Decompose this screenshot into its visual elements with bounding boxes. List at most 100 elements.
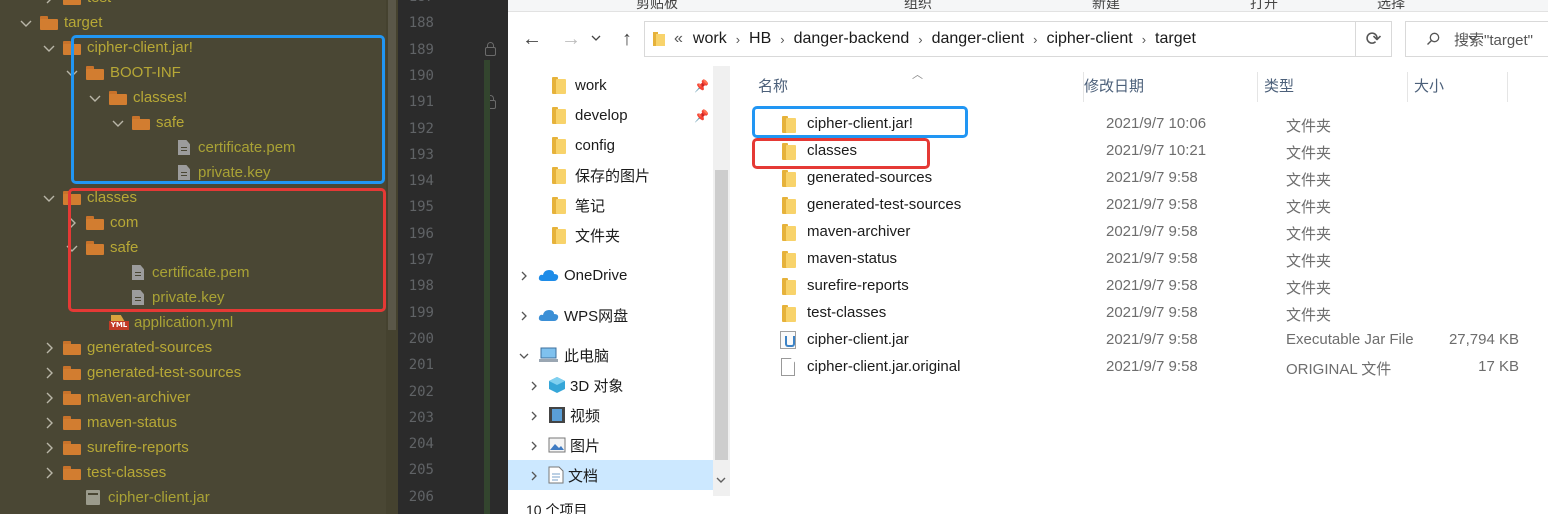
chevron-right-icon[interactable]	[41, 440, 57, 456]
chevron-right-icon[interactable]	[518, 270, 530, 282]
breadcrumb-item[interactable]: target	[1155, 30, 1196, 48]
nav-expander[interactable]	[528, 439, 540, 451]
tree-item[interactable]: test-classes	[0, 460, 386, 485]
recent-locations-dropdown[interactable]	[590, 26, 602, 41]
tree-expander[interactable]	[41, 40, 57, 56]
nav-item[interactable]: 保存的图片	[508, 160, 713, 190]
file-row[interactable]: maven-archiver 2021/9/7 9:58 文件夹	[752, 219, 1512, 246]
tree-item[interactable]: test	[0, 0, 386, 10]
refresh-button[interactable]: ⟳	[1356, 21, 1392, 57]
nav-item[interactable]: WPS网盘	[508, 300, 713, 330]
chevron-down-icon[interactable]	[41, 190, 57, 206]
breadcrumb-separator-icon[interactable]: ›	[780, 32, 784, 47]
ribbon-new[interactable]: 新建	[1092, 0, 1120, 11]
chevron-right-icon[interactable]	[528, 470, 540, 482]
breadcrumb-item[interactable]: danger-backend	[794, 30, 910, 48]
breadcrumb-item[interactable]: work	[693, 30, 727, 48]
file-row[interactable]: cipher-client.jar 2021/9/7 9:58 Executable…	[752, 327, 1519, 354]
breadcrumb-separator-icon[interactable]: ›	[736, 32, 740, 47]
ribbon-open[interactable]: 打开	[1250, 0, 1278, 11]
breadcrumb-separator-icon[interactable]: ›	[1033, 32, 1037, 47]
chevron-right-icon[interactable]	[518, 310, 530, 322]
nav-expander[interactable]	[528, 379, 540, 391]
nav-expander[interactable]	[518, 349, 530, 361]
address-prefix[interactable]: «	[674, 30, 683, 48]
file-row[interactable]: generated-test-sources 2021/9/7 9:58 文件夹	[752, 192, 1512, 219]
nav-item[interactable]: 此电脑	[508, 340, 713, 370]
project-tree-scroll-thumb[interactable]	[388, 0, 396, 330]
tree-item[interactable]: YML application.yml	[0, 310, 386, 335]
tree-expander[interactable]	[41, 365, 57, 381]
chevron-right-icon[interactable]	[41, 415, 57, 431]
ribbon-organize[interactable]: 组织	[904, 0, 932, 11]
tree-expander[interactable]	[41, 415, 57, 431]
tree-expander[interactable]	[41, 440, 57, 456]
address-bar[interactable]: « work › HB › danger-backend › danger-client › c…	[644, 21, 1478, 57]
column-header-type[interactable]: 类型	[1258, 72, 1408, 102]
forward-button[interactable]: →	[560, 29, 582, 49]
pin-icon[interactable]: 📌	[694, 79, 709, 93]
back-button[interactable]: ←	[521, 29, 543, 49]
nav-item[interactable]: 视频	[508, 400, 713, 430]
tree-item[interactable]: maven-status	[0, 410, 386, 435]
tree-item[interactable]: generated-test-sources	[0, 360, 386, 385]
up-button[interactable]: ↑	[616, 29, 638, 49]
chevron-down-icon[interactable]	[18, 15, 34, 31]
breadcrumb-separator-icon[interactable]: ›	[1142, 32, 1146, 47]
nav-expander[interactable]	[528, 409, 540, 421]
nav-item[interactable]: 文档	[508, 460, 713, 490]
tree-item[interactable]: generated-sources	[0, 335, 386, 360]
nav-item[interactable]: config	[508, 130, 713, 160]
file-row[interactable]: maven-status 2021/9/7 9:58 文件夹	[752, 246, 1512, 273]
file-row[interactable]: cipher-client.jar.original 2021/9/7 9:58 O…	[752, 354, 1519, 381]
search-box[interactable]: 搜索"target"	[1405, 21, 1548, 57]
chevron-right-icon[interactable]	[528, 380, 540, 392]
nav-expander[interactable]	[528, 469, 540, 481]
nav-expander[interactable]	[518, 269, 530, 281]
chevron-down-icon[interactable]	[41, 40, 57, 56]
nav-item[interactable]: OneDrive	[508, 260, 713, 290]
file-date: 2021/9/7 9:58	[1106, 304, 1198, 321]
chevron-right-icon[interactable]	[41, 465, 57, 481]
file-row[interactable]: generated-sources 2021/9/7 9:58 文件夹	[752, 165, 1512, 192]
navigation-scroll-thumb[interactable]	[715, 170, 728, 460]
scroll-down-arrow-icon[interactable]	[715, 474, 727, 486]
tree-expander[interactable]	[41, 465, 57, 481]
tree-item[interactable]: maven-archiver	[0, 385, 386, 410]
tree-item[interactable]: surefire-reports	[0, 435, 386, 460]
chevron-right-icon[interactable]	[528, 440, 540, 452]
column-header-size[interactable]: 大小	[1408, 72, 1508, 102]
fold-marker-icon[interactable]	[485, 42, 496, 56]
chevron-right-icon[interactable]	[528, 410, 540, 422]
nav-item[interactable]: develop 📌	[508, 100, 713, 130]
column-header-date[interactable]: 修改日期	[1078, 72, 1258, 102]
chevron-right-icon[interactable]	[41, 0, 57, 6]
file-row[interactable]: test-classes 2021/9/7 9:58 文件夹	[752, 300, 1512, 327]
nav-item[interactable]: 文件夹	[508, 220, 713, 250]
chevron-right-icon[interactable]	[41, 340, 57, 356]
pin-icon[interactable]: 📌	[694, 109, 709, 123]
column-header-name[interactable]: 名称	[752, 72, 1084, 102]
tree-item[interactable]: target	[0, 10, 386, 35]
tree-expander[interactable]	[18, 15, 34, 31]
tree-expander[interactable]	[41, 0, 57, 6]
nav-item[interactable]: work 📌	[508, 70, 713, 100]
nav-item[interactable]: 3D 对象	[508, 370, 713, 400]
tree-expander[interactable]	[41, 390, 57, 406]
tree-expander[interactable]	[41, 190, 57, 206]
tree-item[interactable]: cipher-client.jar	[0, 485, 386, 510]
ribbon-clipboard[interactable]: 剪贴板	[636, 0, 678, 11]
chevron-down-icon[interactable]	[518, 350, 530, 362]
nav-expander[interactable]	[518, 309, 530, 321]
tree-expander[interactable]	[41, 340, 57, 356]
ribbon-select[interactable]: 选择	[1377, 0, 1405, 11]
file-row[interactable]: surefire-reports 2021/9/7 9:58 文件夹	[752, 273, 1512, 300]
nav-item[interactable]: 笔记	[508, 190, 713, 220]
chevron-right-icon[interactable]	[41, 390, 57, 406]
breadcrumb-separator-icon[interactable]: ›	[918, 32, 922, 47]
breadcrumb-item[interactable]: cipher-client	[1046, 30, 1132, 48]
nav-item[interactable]: 图片	[508, 430, 713, 460]
breadcrumb-item[interactable]: HB	[749, 30, 771, 48]
breadcrumb-item[interactable]: danger-client	[932, 30, 1025, 48]
chevron-right-icon[interactable]	[41, 365, 57, 381]
